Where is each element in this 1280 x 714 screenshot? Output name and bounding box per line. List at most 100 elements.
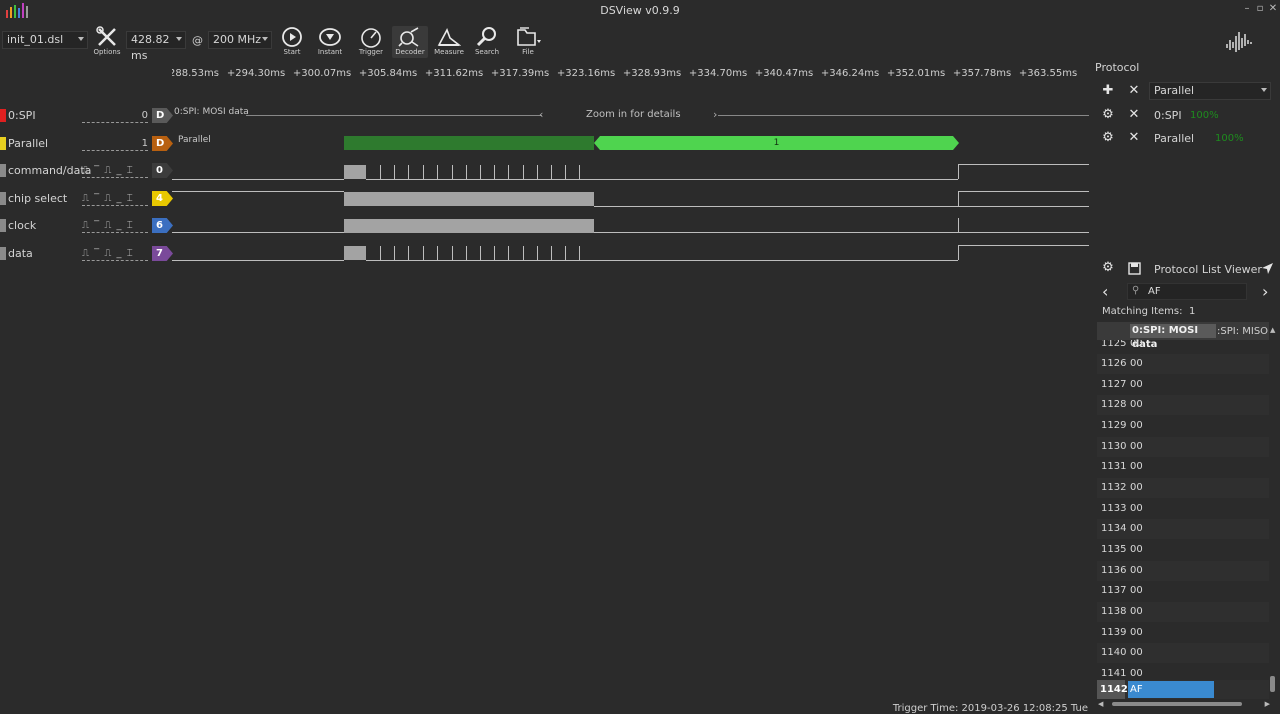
list-row[interactable]: 1126 00 — [1097, 354, 1269, 374]
measure-button[interactable]: Measure — [431, 26, 467, 58]
row-value: 00 — [1130, 647, 1143, 658]
channel-name: data — [8, 247, 33, 260]
decoder-button[interactable]: Decoder — [392, 26, 428, 58]
list-scrollbar-horizontal[interactable]: ◀ ▶ — [1098, 700, 1270, 708]
channel-row-spi[interactable]: 0:SPI 0 D — [0, 106, 173, 126]
wave-pulse — [408, 165, 409, 179]
channel-tag[interactable]: 7 — [152, 246, 173, 261]
wave-edge — [958, 164, 959, 179]
matching-label: Matching Items: — [1102, 306, 1183, 317]
trigger-button[interactable]: Trigger — [353, 26, 389, 58]
decoder-label: Decoder — [395, 48, 425, 56]
navigate-icon[interactable] — [1261, 262, 1274, 275]
remove-decoder-button[interactable]: ✕ — [1126, 107, 1142, 123]
gear-icon[interactable]: ⚙ — [1100, 130, 1116, 146]
list-row[interactable]: 1136 00 — [1097, 561, 1269, 581]
search-button[interactable]: Search — [469, 26, 505, 58]
spi-decode-line — [246, 115, 542, 116]
file-button[interactable]: File — [508, 26, 548, 58]
duration-combo[interactable]: 428.82 ms — [126, 31, 186, 62]
channel-tag[interactable]: 6 — [152, 218, 173, 233]
matching-count: 1 — [1189, 306, 1196, 317]
chevron-down-icon — [1261, 88, 1267, 92]
list-row[interactable]: 1125 00 — [1097, 340, 1269, 354]
row-value: 00 — [1130, 399, 1143, 410]
wave-pulse — [380, 165, 381, 179]
wave-line — [958, 191, 1089, 192]
list-scrollbar-vertical[interactable]: ▲ — [1268, 326, 1276, 696]
scroll-up-icon[interactable]: ▲ — [1270, 326, 1275, 334]
list-row[interactable]: 1128 00 — [1097, 395, 1269, 415]
row-index: 1138 — [1101, 606, 1127, 617]
list-row[interactable]: 1129 00 — [1097, 416, 1269, 436]
minimize-button[interactable]: – — [1241, 3, 1253, 17]
wave-pulse — [466, 165, 467, 179]
channel-underline — [82, 122, 148, 123]
list-row[interactable]: 1138 00 — [1097, 602, 1269, 622]
prev-match-button[interactable]: ‹ — [1102, 282, 1108, 301]
list-row-selected[interactable]: 1142 AF — [1097, 680, 1269, 699]
list-row[interactable]: 1132 00 — [1097, 478, 1269, 498]
scrollbar-thumb[interactable] — [1270, 676, 1275, 692]
gear-icon[interactable]: ⚙ — [1100, 107, 1116, 123]
list-row[interactable]: 1131 00 — [1097, 457, 1269, 477]
time-ruler[interactable]: 288.53ms +294.30ms +300.07ms +305.84ms +… — [172, 64, 1089, 84]
gear-icon[interactable]: ⚙ — [1100, 260, 1116, 276]
options-button[interactable]: Options — [89, 26, 125, 58]
wave-pulse — [579, 165, 580, 179]
channel-row-command-data[interactable]: command/data ⎍ ‾ ⎍ _ ⌶ 0 — [0, 161, 173, 181]
scroll-left-icon[interactable]: ◀ — [1098, 700, 1103, 708]
waveform-view[interactable]: 0:SPI: MOSI data ‹ Zoom in for details ›… — [172, 84, 1089, 274]
close-button[interactable]: ✕ — [1267, 3, 1279, 17]
row-value: 00 — [1130, 441, 1143, 452]
parallel-decode-block-dark[interactable] — [344, 136, 594, 150]
list-row[interactable]: 1134 00 — [1097, 519, 1269, 539]
channel-row-chip-select[interactable]: chip select ⎍ ‾ ⎍ _ ⌶ 4 — [0, 189, 173, 209]
save-icon[interactable] — [1128, 262, 1141, 275]
next-match-button[interactable]: › — [1262, 282, 1268, 301]
row-index: 1141 — [1101, 668, 1127, 679]
channel-row-data[interactable]: data ⎍ ‾ ⎍ _ ⌶ 7 — [0, 244, 173, 264]
file-combo[interactable]: init_01.dsl — [2, 31, 88, 49]
decoder-progress: 100% — [1215, 133, 1244, 144]
decoder-selector[interactable]: Parallel — [1149, 82, 1271, 100]
search-input[interactable]: ⚲ AF — [1127, 283, 1247, 300]
instant-button[interactable]: Instant — [312, 26, 348, 58]
column-header-miso[interactable]: :SPI: MISO d — [1217, 326, 1269, 337]
add-decoder-button[interactable]: ✚ — [1100, 83, 1116, 99]
remove-decoder-button[interactable]: ✕ — [1126, 130, 1142, 146]
scroll-right-icon[interactable]: ▶ — [1265, 700, 1270, 708]
restore-button[interactable]: ▫ — [1254, 3, 1266, 17]
remove-all-decoders-button[interactable]: ✕ — [1126, 83, 1142, 99]
list-row[interactable]: 1127 00 — [1097, 375, 1269, 395]
column-header-mosi[interactable]: 0:SPI: MOSI data — [1130, 324, 1216, 350]
channel-tag[interactable]: 4 — [152, 191, 173, 206]
wave-pulse — [537, 246, 538, 260]
sample-rate-combo[interactable]: 200 MHz — [208, 31, 272, 49]
channel-tag[interactable]: 0 — [152, 163, 173, 178]
list-row[interactable]: 1139 00 — [1097, 623, 1269, 643]
channel-underline — [82, 232, 148, 233]
channel-row-clock[interactable]: clock ⎍ ‾ ⎍ _ ⌶ 6 — [0, 216, 173, 236]
play-icon — [282, 27, 302, 47]
list-row[interactable]: 1140 00 — [1097, 643, 1269, 663]
list-row[interactable]: 1130 00 — [1097, 437, 1269, 457]
row-index: 1140 — [1101, 647, 1127, 658]
start-button[interactable]: Start — [274, 26, 310, 58]
parallel-decode-block[interactable]: 1 — [594, 136, 959, 150]
list-row[interactable]: 1137 00 — [1097, 581, 1269, 601]
channel-tag[interactable]: D — [152, 136, 173, 151]
decoder-selector-value: Parallel — [1154, 84, 1195, 97]
scrollbar-thumb[interactable] — [1112, 702, 1242, 706]
list-row[interactable]: 1133 00 — [1097, 499, 1269, 519]
wave-pulse — [523, 246, 524, 260]
row-index: 1126 — [1101, 358, 1127, 369]
device-waveform-icon[interactable] — [1226, 30, 1256, 54]
channel-name: command/data — [8, 164, 92, 177]
ruler-tick: +328.93ms — [622, 68, 682, 79]
channel-row-parallel[interactable]: Parallel 1 D — [0, 134, 173, 154]
list-row[interactable]: 1135 00 — [1097, 540, 1269, 560]
channel-tag[interactable]: D — [152, 108, 173, 123]
row-index: 1128 — [1101, 399, 1127, 410]
wave-pulse — [565, 165, 566, 179]
